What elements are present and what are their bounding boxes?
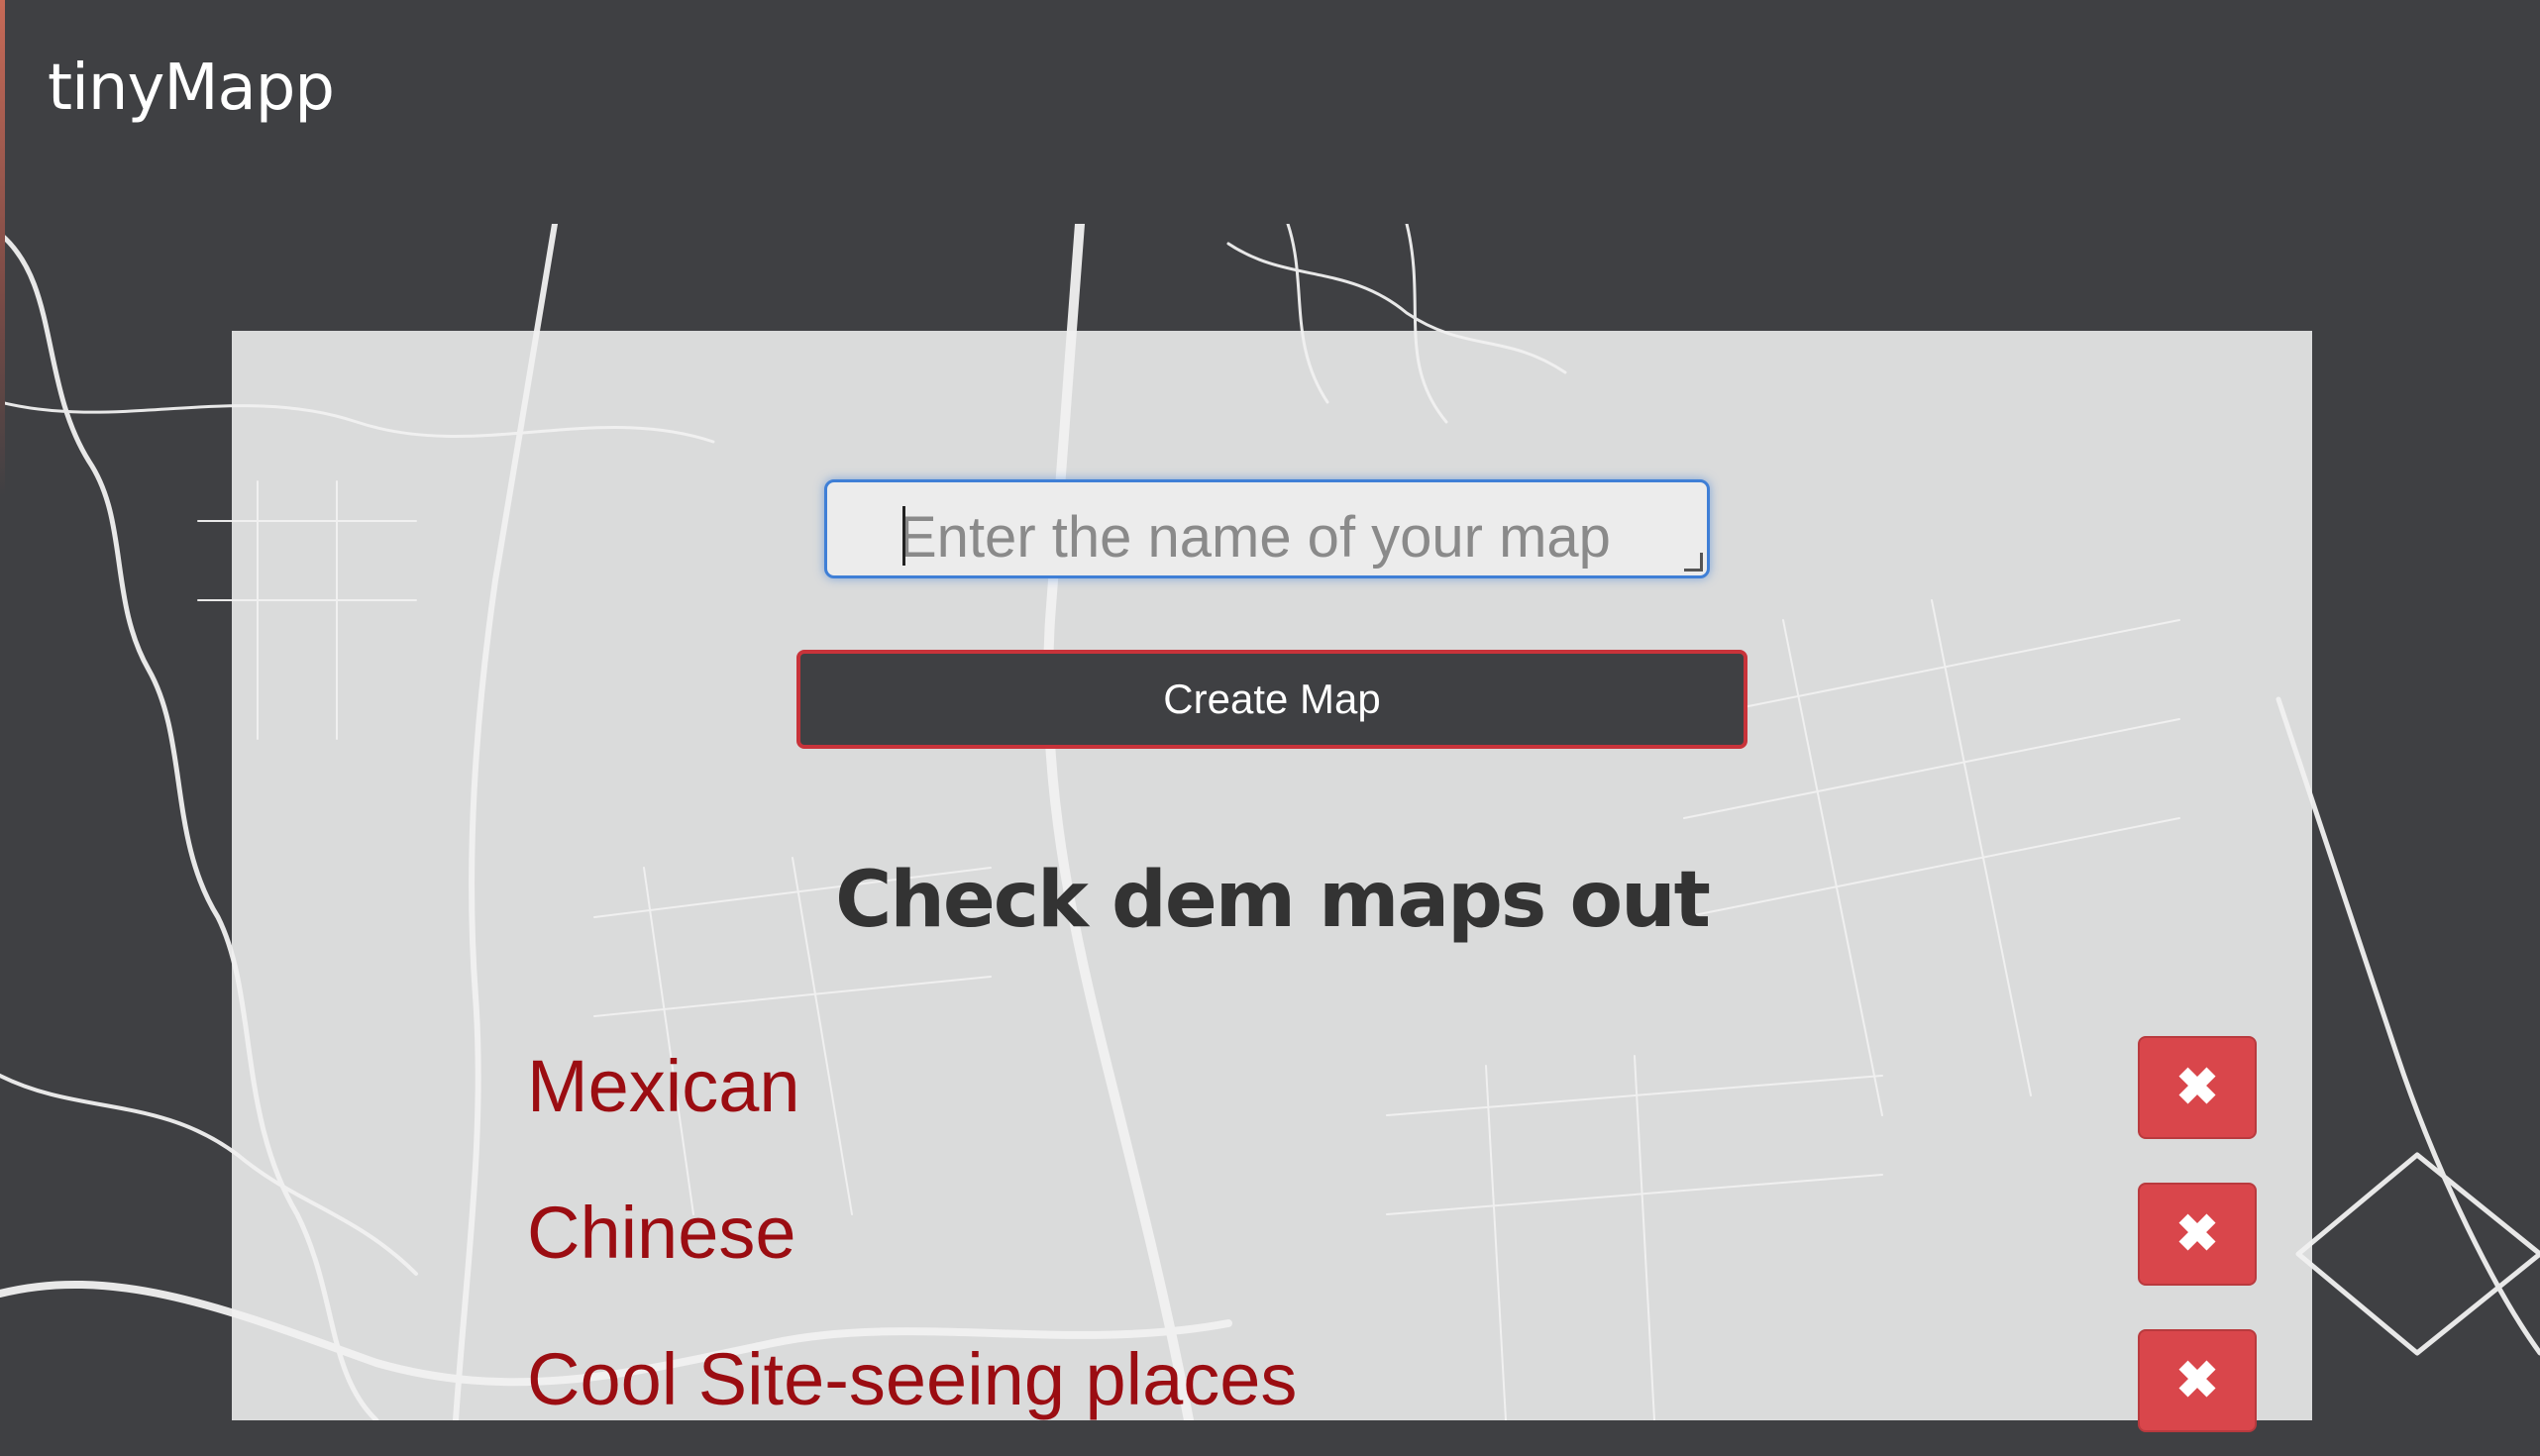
- navbar: tinyMapp: [0, 0, 2540, 224]
- window-edge: [0, 0, 5, 495]
- close-icon: ✖: [2175, 1205, 2219, 1263]
- maps-section-title: Check dem maps out: [835, 856, 1711, 945]
- main-panel: Create Map Check dem maps out Mexican ✖ …: [232, 331, 2312, 1432]
- map-name-field: [824, 479, 1710, 578]
- map-link-mexican[interactable]: Mexican: [527, 1044, 800, 1128]
- close-icon: ✖: [2175, 1352, 2219, 1409]
- list-item: Mexican ✖: [527, 1036, 2257, 1163]
- list-item: Cool Site-seeing places ✖: [527, 1329, 2257, 1456]
- list-item: Chinese ✖: [527, 1183, 2257, 1309]
- delete-map-button[interactable]: ✖: [2138, 1329, 2257, 1432]
- brand-logo[interactable]: tinyMapp: [48, 52, 335, 125]
- text-caret: [902, 506, 905, 566]
- map-link-cool-site-seeing[interactable]: Cool Site-seeing places: [527, 1337, 1297, 1421]
- close-icon: ✖: [2175, 1059, 2219, 1116]
- delete-map-button[interactable]: ✖: [2138, 1036, 2257, 1139]
- resize-handle-icon[interactable]: [1684, 553, 1703, 572]
- map-link-chinese[interactable]: Chinese: [527, 1191, 796, 1275]
- create-map-button[interactable]: Create Map: [796, 650, 1747, 749]
- delete-map-button[interactable]: ✖: [2138, 1183, 2257, 1286]
- map-name-input[interactable]: [827, 482, 1707, 575]
